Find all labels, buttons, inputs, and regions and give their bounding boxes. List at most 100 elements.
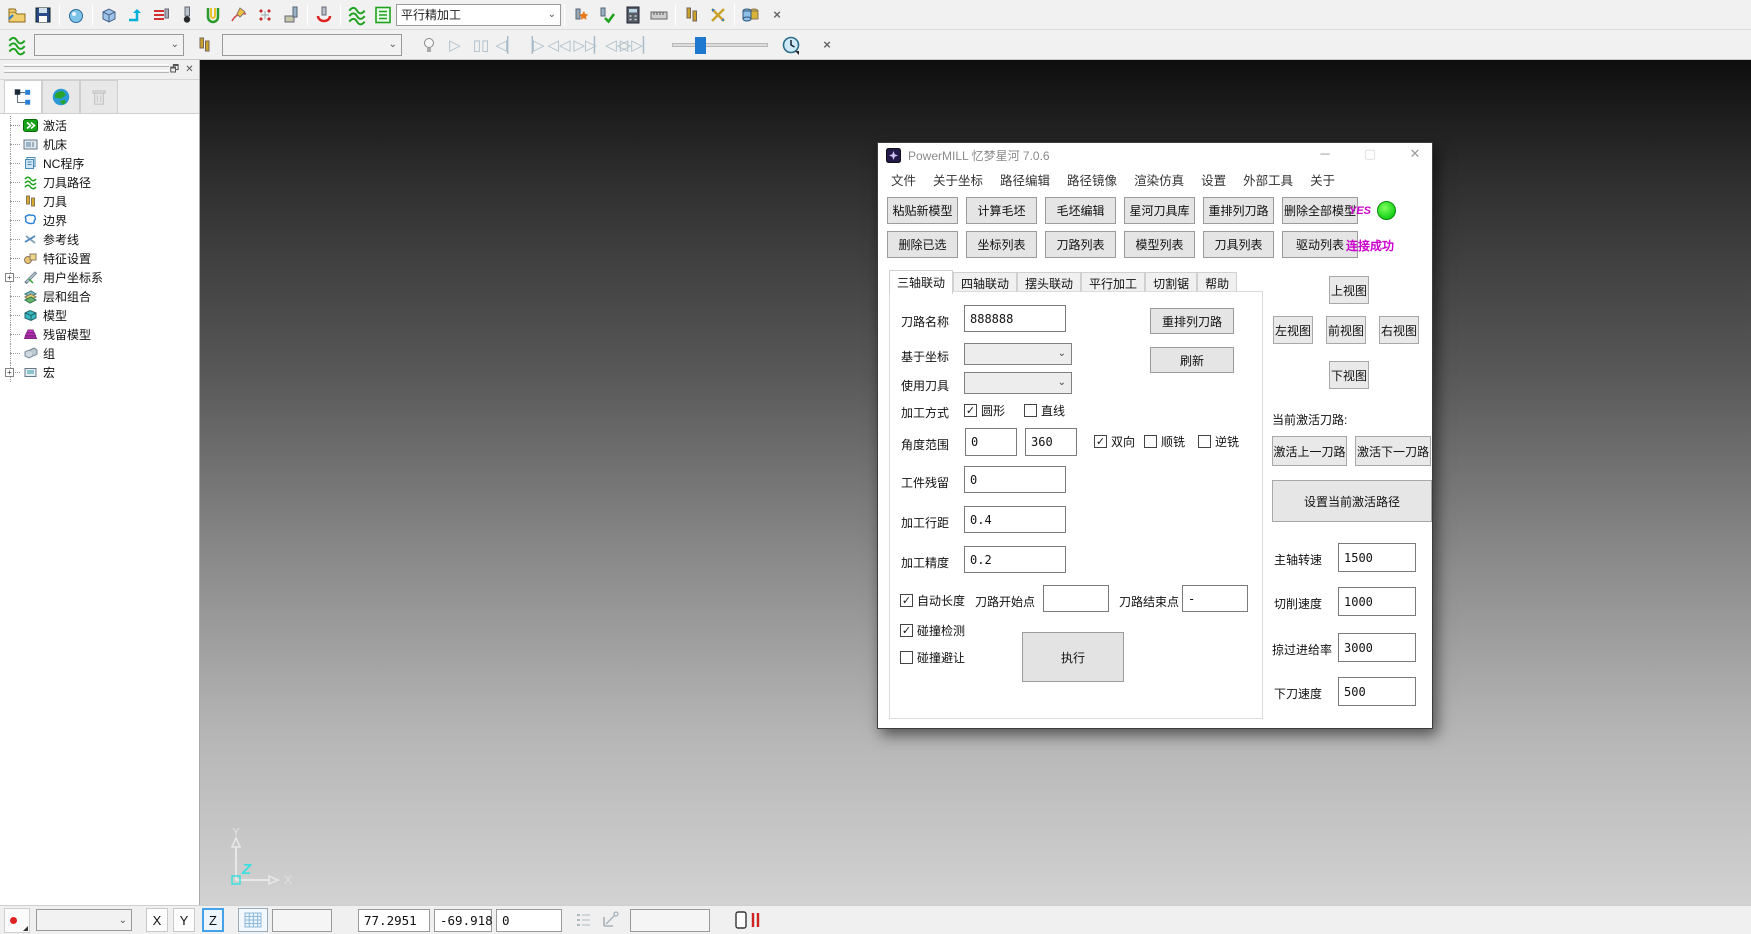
tree-item-levels-sets[interactable]: 层和组合 — [0, 287, 199, 306]
path-end-input[interactable] — [1182, 585, 1248, 612]
save-project-icon[interactable] — [30, 2, 56, 28]
delete-selected-button[interactable]: 删除已选 — [887, 231, 958, 258]
panel-close-icon[interactable]: ✕ — [183, 63, 196, 76]
menu-path-mirror[interactable]: 路径镜像 — [1067, 170, 1117, 189]
activate-next-toolpath-button[interactable]: 激活下一刀路 — [1355, 436, 1431, 466]
tree-item-workplanes[interactable]: +用户坐标系 — [0, 268, 199, 287]
collision-check-checkbox[interactable]: 碰撞检测 — [900, 622, 965, 639]
panel-grip[interactable] — [4, 64, 169, 67]
sim-step-back-icon[interactable]: ◁▏ — [494, 32, 520, 58]
menu-render-sim[interactable]: 渲染仿真 — [1134, 170, 1184, 189]
sim-speed-slider[interactable] — [672, 43, 768, 47]
toolpath-strategy-icon[interactable] — [122, 2, 148, 28]
collision-avoid-checkbox[interactable]: 碰撞避让 — [900, 649, 965, 666]
tree-item-groups[interactable]: 组 — [0, 344, 199, 363]
tab-3axis[interactable]: 三轴联动 — [889, 270, 953, 294]
plunge-feed-input[interactable] — [1338, 677, 1416, 706]
reorder-toolpaths-button[interactable]: 重排列刀路 — [1203, 197, 1274, 224]
set-current-active-path-button[interactable]: 设置当前激活路径 — [1272, 480, 1432, 522]
execute-button[interactable]: 执行 — [1022, 632, 1124, 682]
transform-icon[interactable] — [705, 2, 731, 28]
panel-float-icon[interactable]: 🗗 — [168, 63, 181, 76]
measure-ruler-icon[interactable] — [646, 2, 672, 28]
tab-explorer-trash[interactable] — [80, 80, 118, 113]
cursor-y-field[interactable]: -69.918 — [434, 909, 492, 932]
tool-library-button[interactable]: 星河刀具库 — [1124, 197, 1195, 224]
axis-z-button[interactable]: Z — [202, 908, 224, 932]
locate-point-icon[interactable] — [600, 910, 622, 930]
view-front-button[interactable]: 前视图 — [1326, 316, 1366, 344]
pattern-curve-icon[interactable] — [226, 2, 252, 28]
open-project-icon[interactable] — [4, 2, 30, 28]
activate-prev-toolpath-button[interactable]: 激活上一刀路 — [1272, 436, 1347, 466]
grid-snap-button[interactable] — [238, 908, 268, 932]
cursor-z-field[interactable]: 0 — [496, 909, 562, 932]
sim-toolbar-close-icon[interactable]: × — [814, 32, 840, 58]
refresh-button[interactable]: 刷新 — [1150, 347, 1234, 373]
checkbox[interactable] — [1198, 435, 1211, 448]
sim-step-forward-icon[interactable]: ▕▷ — [520, 32, 546, 58]
active-strategy-combobox[interactable]: 平行精加工 ⌄ — [396, 4, 561, 26]
menu-file[interactable]: 文件 — [891, 170, 916, 189]
stock-edit-button[interactable]: 毛坯编辑 — [1045, 197, 1116, 224]
sim-toolpath-combobox[interactable]: ⌄ — [34, 34, 184, 56]
grid-size-field[interactable] — [272, 909, 332, 932]
conventional-mill-checkbox[interactable]: 逆铣 — [1198, 433, 1239, 450]
delete-all-models-button[interactable]: 删除全部模型 — [1282, 197, 1358, 224]
view-top-button[interactable]: 上视图 — [1329, 276, 1369, 304]
tree-item-toolpaths[interactable]: 刀具路径 — [0, 173, 199, 192]
angle-from-input[interactable] — [965, 428, 1017, 456]
checkbox[interactable] — [900, 624, 913, 637]
verify-tool-icon[interactable] — [594, 2, 620, 28]
tree-item-machine[interactable]: 机床 — [0, 135, 199, 154]
menu-path-edit[interactable]: 路径编辑 — [1000, 170, 1050, 189]
slider-handle[interactable] — [695, 37, 706, 54]
view-left-button[interactable]: 左视图 — [1273, 316, 1313, 344]
collision-check-icon[interactable] — [311, 2, 337, 28]
tree-item-boundaries[interactable]: 边界 — [0, 211, 199, 230]
xyz-list-icon[interactable] — [574, 910, 594, 930]
tree-item-macros[interactable]: +宏 — [0, 363, 199, 382]
draw-point-tool[interactable] — [4, 908, 30, 933]
form-reorder-button[interactable]: 重排列刀路 — [1150, 308, 1234, 334]
feature-set-icon[interactable] — [252, 2, 278, 28]
sim-pause-icon[interactable]: ▯▯ — [468, 32, 494, 58]
climb-mill-checkbox[interactable]: 顺铣 — [1144, 433, 1185, 450]
tab-explorer-tree[interactable] — [4, 80, 42, 113]
path-start-input[interactable] — [1043, 585, 1109, 612]
measure-field[interactable] — [630, 909, 710, 932]
nc-program-icon[interactable] — [568, 2, 594, 28]
view-right-button[interactable]: 右视图 — [1379, 316, 1419, 344]
close-icon[interactable]: ✕ — [1405, 145, 1425, 163]
workplane-select[interactable]: ⌄ — [964, 343, 1072, 365]
tree-item-active[interactable]: 激活 — [0, 116, 199, 135]
sim-lightbulb-icon[interactable] — [416, 32, 442, 58]
minimize-icon[interactable]: ─ — [1315, 145, 1335, 163]
tool-list-button[interactable]: 刀具列表 — [1203, 231, 1274, 258]
axis-y-button[interactable]: Y — [173, 908, 195, 932]
tree-item-feature-sets[interactable]: 特征设置 — [0, 249, 199, 268]
cutting-feed-input[interactable] — [1338, 587, 1416, 616]
tool-select[interactable]: ⌄ — [964, 372, 1072, 394]
skim-feed-input[interactable] — [1338, 633, 1416, 662]
mode-line-checkbox[interactable]: 直线 — [1024, 402, 1065, 419]
mode-circle-checkbox[interactable]: 圆形 — [964, 402, 1005, 419]
coordinate-mode-combobox[interactable]: ⌄ — [36, 909, 132, 931]
auto-length-checkbox[interactable]: 自动长度 — [900, 592, 965, 609]
tool-block-icon[interactable] — [278, 2, 304, 28]
paste-new-model-button[interactable]: 粘贴新模型 — [887, 197, 958, 224]
tree-item-models[interactable]: 模型 — [0, 306, 199, 325]
panel-grip[interactable] — [4, 70, 169, 73]
toolpath-ribbon-icon[interactable] — [344, 2, 370, 28]
shaded-view-icon[interactable] — [63, 2, 89, 28]
sim-clock-icon[interactable] — [778, 32, 804, 58]
cursor-x-field[interactable]: 77.2951 — [358, 909, 430, 932]
tolerance-input[interactable] — [964, 546, 1066, 573]
menu-external-tools[interactable]: 外部工具 — [1243, 170, 1293, 189]
calculator-icon[interactable] — [620, 2, 646, 28]
spindle-speed-input[interactable] — [1338, 543, 1416, 572]
boundary-icon[interactable] — [200, 2, 226, 28]
tree-item-patterns[interactable]: 参考线 — [0, 230, 199, 249]
tree-item-tools[interactable]: 刀具 — [0, 192, 199, 211]
toolpath-list-icon[interactable] — [370, 2, 396, 28]
